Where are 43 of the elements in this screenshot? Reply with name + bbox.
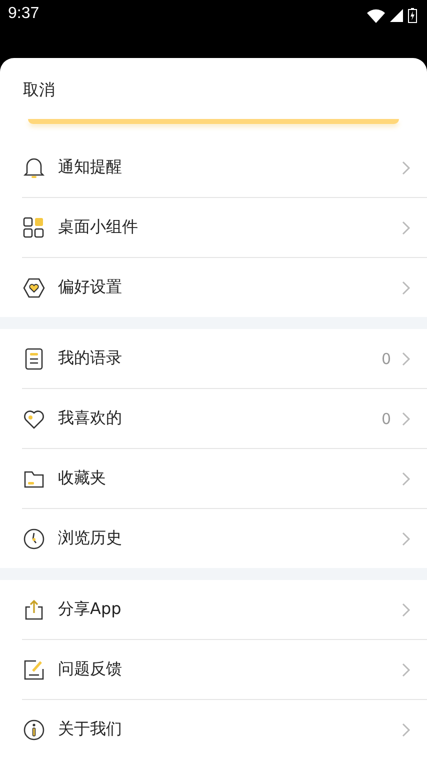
menu-item[interactable]: 浏览历史 — [0, 509, 427, 568]
menu-item[interactable]: 通知提醒 — [0, 138, 427, 197]
item-label: 我喜欢的 — [58, 408, 123, 429]
chevron-icon — [401, 722, 411, 736]
item-label: 问题反馈 — [58, 659, 123, 680]
chevron-icon — [401, 532, 411, 546]
item-label: 我的语录 — [58, 348, 123, 369]
item-label: 收藏夹 — [58, 468, 107, 489]
item-label: 通知提醒 — [58, 157, 123, 178]
edit-icon — [22, 658, 46, 682]
signal-icon — [390, 9, 403, 22]
status-time: 9:37 — [8, 5, 40, 23]
cancel-button[interactable]: 取消 — [23, 78, 55, 103]
bell-icon — [22, 156, 46, 180]
chevron-icon — [401, 160, 411, 174]
menu-item[interactable]: 收藏夹 — [0, 449, 427, 508]
battery-icon — [408, 8, 417, 23]
clock-icon — [22, 526, 46, 550]
menu-item[interactable]: 问题反馈 — [0, 640, 427, 699]
item-label: 关于我们 — [58, 719, 123, 740]
chevron-icon — [401, 412, 411, 426]
chevron-icon — [401, 220, 411, 234]
grid-icon — [22, 216, 46, 240]
chevron-icon — [401, 472, 411, 486]
chevron-icon — [401, 280, 411, 294]
menu-item[interactable]: 偏好设置 — [0, 258, 427, 317]
info-icon — [22, 718, 46, 742]
chevron-icon — [401, 602, 411, 616]
menu-item[interactable]: 关于我们 — [0, 700, 427, 759]
item-label: 桌面小组件 — [58, 217, 139, 238]
chevron-icon — [401, 352, 411, 366]
item-label: 分享App — [58, 599, 122, 620]
menu-item[interactable]: 桌面小组件 — [0, 198, 427, 257]
hexagon-heart-icon — [22, 276, 46, 300]
item-label: 浏览历史 — [58, 528, 123, 549]
chevron-icon — [401, 662, 411, 676]
menu-item[interactable]: 分享App — [0, 580, 427, 639]
menu-item[interactable]: 我喜欢的 0 — [0, 389, 427, 448]
item-label: 偏好设置 — [58, 277, 123, 298]
menu-item[interactable]: 我的语录 0 — [0, 329, 427, 388]
item-count: 0 — [381, 410, 391, 428]
wifi-icon — [367, 8, 385, 22]
item-count: 0 — [381, 350, 391, 368]
